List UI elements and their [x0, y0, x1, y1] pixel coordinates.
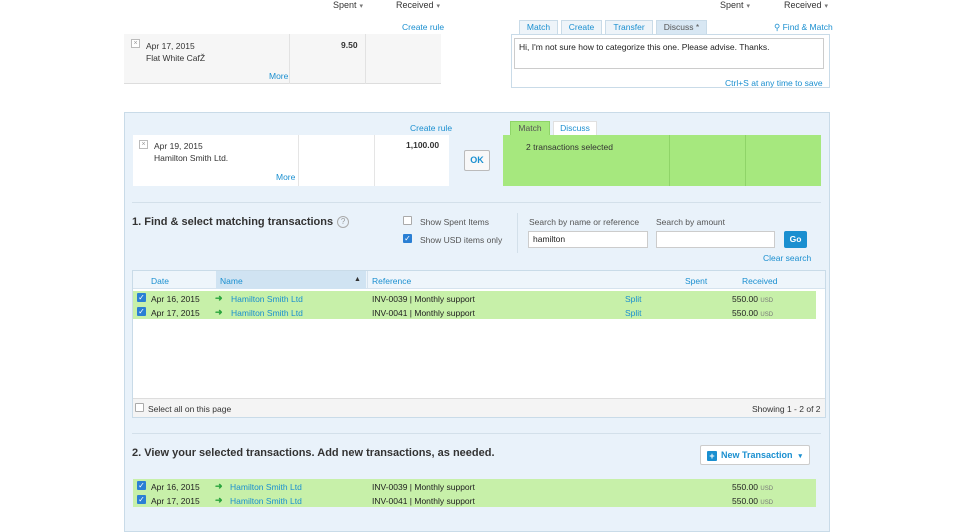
section-2-title: 2. View your selected transactions. Add … — [132, 447, 495, 459]
divider — [669, 135, 670, 186]
row-received: 550.00 USD — [732, 294, 774, 304]
split-link[interactable]: Split — [625, 308, 642, 318]
arrow-right-icon: ➜ — [215, 495, 223, 505]
row-checkbox[interactable]: ✓ — [137, 307, 146, 316]
row-date: Apr 17, 2015 — [151, 308, 200, 318]
close-icon[interactable]: × — [139, 140, 148, 149]
statement-date: Apr 17, 2015 — [146, 41, 195, 51]
more-link-top[interactable]: More — [269, 71, 288, 81]
show-spent-label: Show Spent Items — [420, 217, 489, 227]
row-checkbox[interactable]: ✓ — [137, 481, 146, 490]
tab-match-top[interactable]: Match — [519, 20, 558, 35]
select-all-checkbox[interactable] — [135, 403, 144, 412]
chevron-down-icon: ▾ — [436, 3, 441, 10]
divider — [374, 135, 375, 186]
chevron-down-icon: ▾ — [798, 453, 803, 460]
statement-spent: 9.50 — [341, 40, 358, 50]
row-reference: INV-0039 | Monthly support — [372, 482, 475, 492]
create-rule-link[interactable]: Create rule — [410, 123, 452, 133]
divider — [367, 271, 368, 289]
statement-date: Apr 19, 2015 — [154, 141, 203, 151]
divider — [289, 34, 290, 84]
new-transaction-button[interactable]: + New Transaction ▾ — [700, 445, 810, 465]
received-column-header-left[interactable]: Received ▾ — [396, 0, 440, 10]
divider — [745, 135, 746, 186]
close-icon[interactable]: × — [131, 39, 140, 48]
arrow-right-icon: ➜ — [215, 293, 223, 303]
statement-spent: 1,100.00 — [406, 140, 440, 150]
tab-discuss[interactable]: Discuss — [553, 121, 597, 136]
plus-icon: + — [707, 451, 717, 461]
row-reference: INV-0041 | Monthly support — [372, 308, 475, 318]
tab-discuss-top[interactable]: Discuss * — [656, 20, 707, 35]
received-column-header[interactable]: Received — [742, 276, 777, 286]
statement-payee: Hamilton Smith Ltd. — [154, 153, 229, 163]
show-usd-label: Show USD items only — [420, 235, 503, 245]
arrow-right-icon: ➜ — [215, 481, 223, 491]
row-reference: INV-0041 | Monthly support — [372, 496, 475, 506]
discuss-textarea[interactable]: Hi, I'm not sure how to categorize this … — [514, 38, 824, 69]
search-amount-label: Search by amount — [656, 217, 725, 227]
name-column-header[interactable]: Name — [220, 276, 243, 286]
divider — [132, 433, 821, 434]
spent-column-header-right[interactable]: Spent ▾ — [720, 0, 750, 10]
divider — [517, 213, 518, 253]
show-spent-checkbox[interactable] — [403, 216, 412, 225]
chevron-down-icon: ▾ — [746, 3, 751, 10]
arrow-right-icon: ➜ — [215, 307, 223, 317]
search-name-label: Search by name or reference — [529, 217, 640, 227]
select-all-label: Select all on this page — [148, 404, 232, 414]
row-date: Apr 16, 2015 — [151, 482, 200, 492]
row-received: 550.00 USD — [732, 496, 774, 506]
row-received: 550.00 USD — [732, 482, 774, 492]
save-hint: Ctrl+S at any time to save — [725, 78, 823, 88]
search-name-input[interactable]: hamilton — [528, 231, 648, 248]
show-usd-checkbox[interactable]: ✓ — [403, 234, 412, 243]
row-name[interactable]: Hamilton Smith Ltd — [231, 294, 303, 304]
received-column-header-right[interactable]: Received ▾ — [784, 0, 828, 10]
row-name[interactable]: Hamilton Smith Ltd — [230, 496, 302, 506]
search-icon: ⚲ — [774, 22, 781, 32]
selected-row[interactable]: ✓ Apr 16, 2015 ➜ Hamilton Smith Ltd INV-… — [133, 479, 816, 493]
ok-button[interactable]: OK — [464, 150, 490, 171]
row-date: Apr 16, 2015 — [151, 294, 200, 304]
find-match-link[interactable]: ⚲ Find & Match — [774, 22, 833, 33]
showing-count: Showing 1 - 2 of 2 — [752, 404, 821, 414]
chevron-down-icon: ▾ — [359, 3, 364, 10]
table-row[interactable]: ✓ Apr 17, 2015 ➜ Hamilton Smith Ltd INV-… — [133, 305, 816, 319]
tab-match[interactable]: Match — [510, 121, 550, 136]
sort-up-icon: ▲ — [354, 276, 361, 283]
row-received: 550.00 USD — [732, 308, 774, 318]
reference-column-header[interactable]: Reference — [372, 276, 411, 286]
search-amount-input[interactable] — [656, 231, 775, 248]
help-icon[interactable]: ? — [337, 216, 350, 229]
section-1-title: 1. Find & select matching transactions? — [132, 216, 350, 229]
selected-summary: 2 transactions selected — [526, 142, 613, 152]
divider — [365, 34, 366, 84]
divider — [132, 202, 821, 203]
selected-row[interactable]: ✓ Apr 17, 2015 ➜ Hamilton Smith Ltd INV-… — [133, 493, 816, 507]
row-checkbox[interactable]: ✓ — [137, 293, 146, 302]
row-name[interactable]: Hamilton Smith Ltd — [231, 308, 303, 318]
row-name[interactable]: Hamilton Smith Ltd — [230, 482, 302, 492]
spent-column-header-left[interactable]: Spent ▾ — [333, 0, 363, 10]
date-column-header[interactable]: Date — [151, 276, 169, 286]
row-reference: INV-0039 | Monthly support — [372, 294, 475, 304]
clear-search-link[interactable]: Clear search — [763, 253, 811, 263]
split-link[interactable]: Split — [625, 294, 642, 304]
tab-create[interactable]: Create — [561, 20, 602, 35]
chevron-down-icon: ▾ — [824, 3, 829, 10]
more-link[interactable]: More — [276, 172, 295, 182]
row-checkbox[interactable]: ✓ — [137, 495, 146, 504]
row-date: Apr 17, 2015 — [151, 496, 200, 506]
statement-payee: Flat White CafŽ — [146, 53, 206, 63]
table-footer — [133, 398, 825, 417]
go-button[interactable]: Go — [784, 231, 807, 248]
divider — [298, 135, 299, 186]
create-rule-link-top[interactable]: Create rule — [402, 22, 444, 32]
table-row[interactable]: ✓ Apr 16, 2015 ➜ Hamilton Smith Ltd INV-… — [133, 291, 816, 305]
tab-transfer[interactable]: Transfer — [605, 20, 653, 35]
spent-column-header[interactable]: Spent — [685, 276, 707, 286]
